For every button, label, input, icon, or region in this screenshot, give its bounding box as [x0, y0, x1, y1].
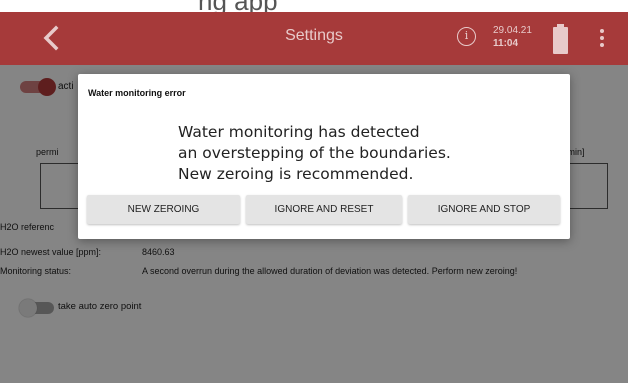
dialog-message-line: an overstepping of the boundaries.	[178, 144, 451, 162]
battery-icon	[553, 24, 568, 54]
app-header: Settings i 29.04.21 11:04	[0, 12, 628, 65]
header-time: 11:04	[493, 38, 519, 49]
dialog-message: Water monitoring has detected an overste…	[178, 122, 478, 185]
top-strip: ng app	[0, 0, 628, 12]
ignore-and-reset-button[interactable]: IGNORE AND RESET	[246, 195, 402, 224]
top-strip-text: ng app	[198, 0, 278, 12]
header-date: 29.04.21	[493, 25, 532, 36]
page-title: Settings	[285, 27, 343, 44]
more-vert-icon[interactable]	[598, 29, 606, 49]
ignore-and-stop-button[interactable]: IGNORE AND STOP	[408, 195, 560, 224]
new-zeroing-button[interactable]: NEW ZEROING	[87, 195, 240, 224]
dialog-message-line: Water monitoring has detected	[178, 123, 420, 141]
info-icon[interactable]: i	[457, 27, 476, 46]
dialog-title: Water monitoring error	[88, 88, 186, 98]
water-monitoring-dialog: Water monitoring error Water monitoring …	[78, 74, 570, 239]
dialog-message-line: New zeroing is recommended.	[178, 165, 414, 183]
